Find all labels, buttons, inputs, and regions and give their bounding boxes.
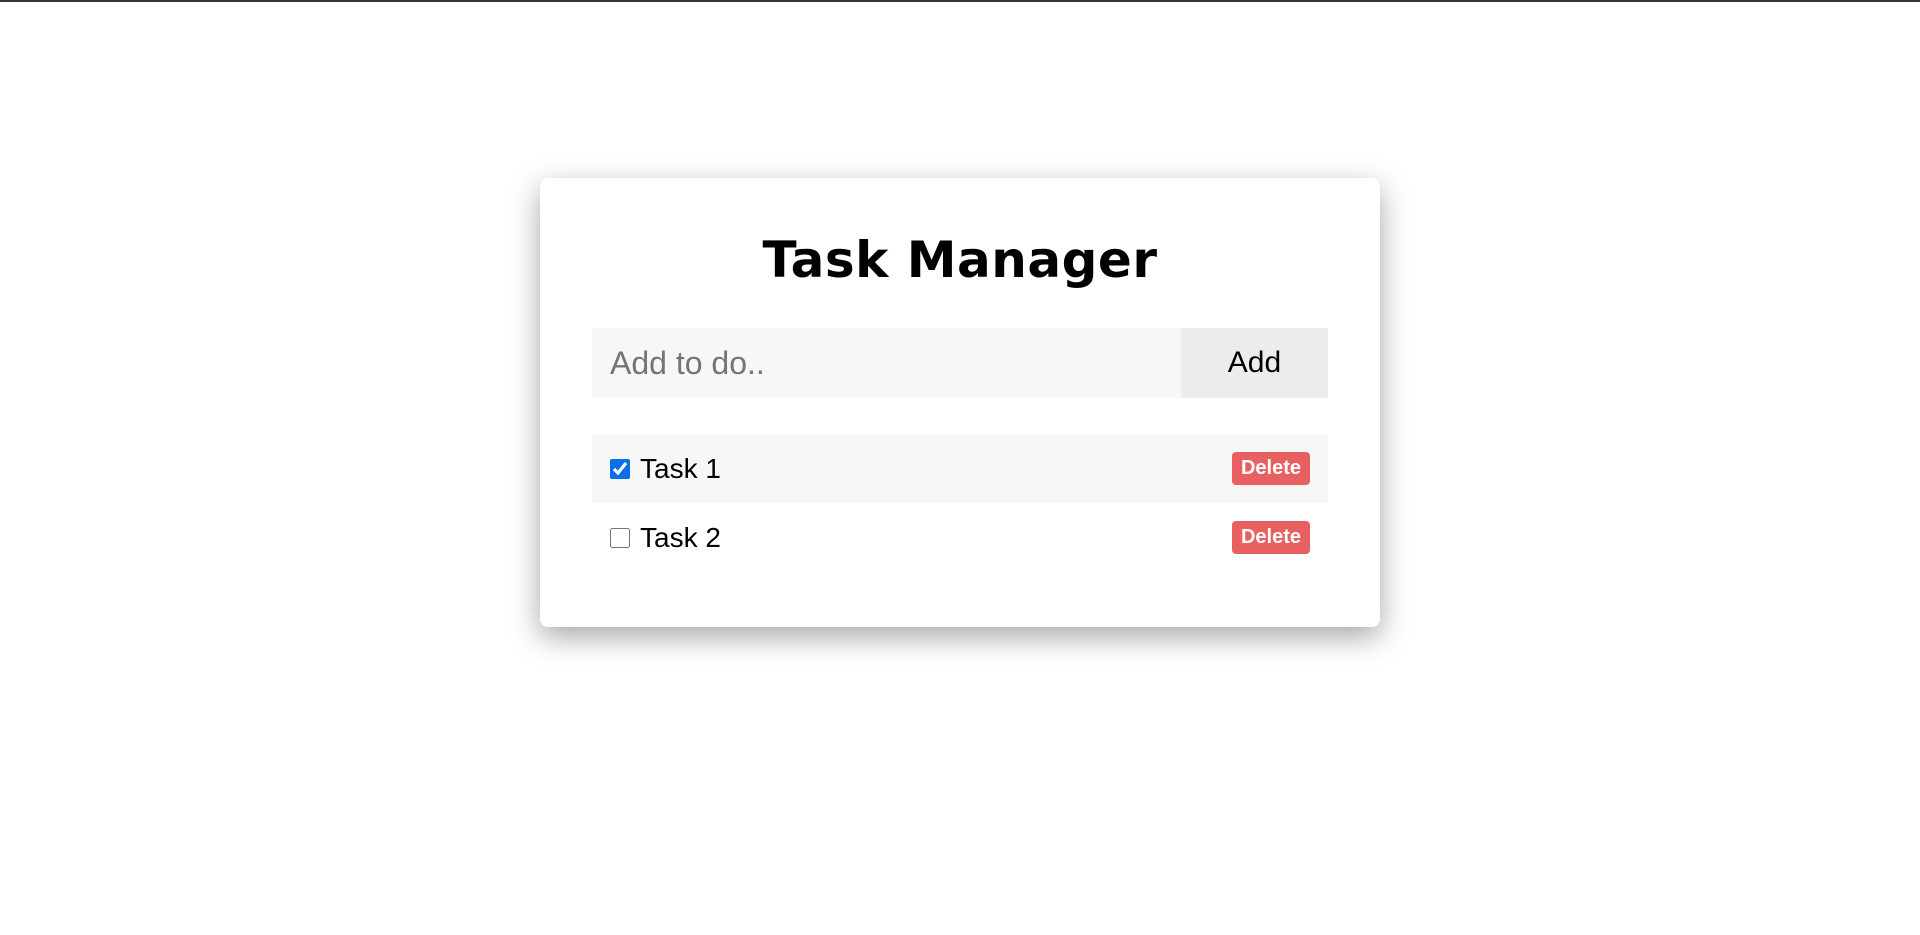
window-top-border bbox=[0, 0, 1920, 2]
task-label: Task 1 bbox=[640, 452, 721, 484]
delete-button[interactable]: Delete bbox=[1231, 521, 1310, 554]
task-item: Task 1 Delete bbox=[592, 434, 1328, 503]
task-list: Task 1 Delete Task 2 Delete bbox=[592, 434, 1328, 572]
task-label: Task 2 bbox=[640, 521, 721, 553]
add-button[interactable]: Add bbox=[1181, 328, 1328, 398]
task-item: Task 2 Delete bbox=[592, 503, 1328, 572]
add-task-form: Add bbox=[592, 328, 1328, 398]
add-task-input[interactable] bbox=[592, 328, 1181, 398]
delete-button[interactable]: Delete bbox=[1231, 452, 1310, 485]
task-manager-card: Task Manager Add Task 1 Delete Task 2 De… bbox=[540, 178, 1380, 627]
task-checkbox[interactable] bbox=[610, 527, 630, 548]
page-title: Task Manager bbox=[762, 231, 1158, 289]
task-checkbox[interactable] bbox=[610, 458, 630, 479]
